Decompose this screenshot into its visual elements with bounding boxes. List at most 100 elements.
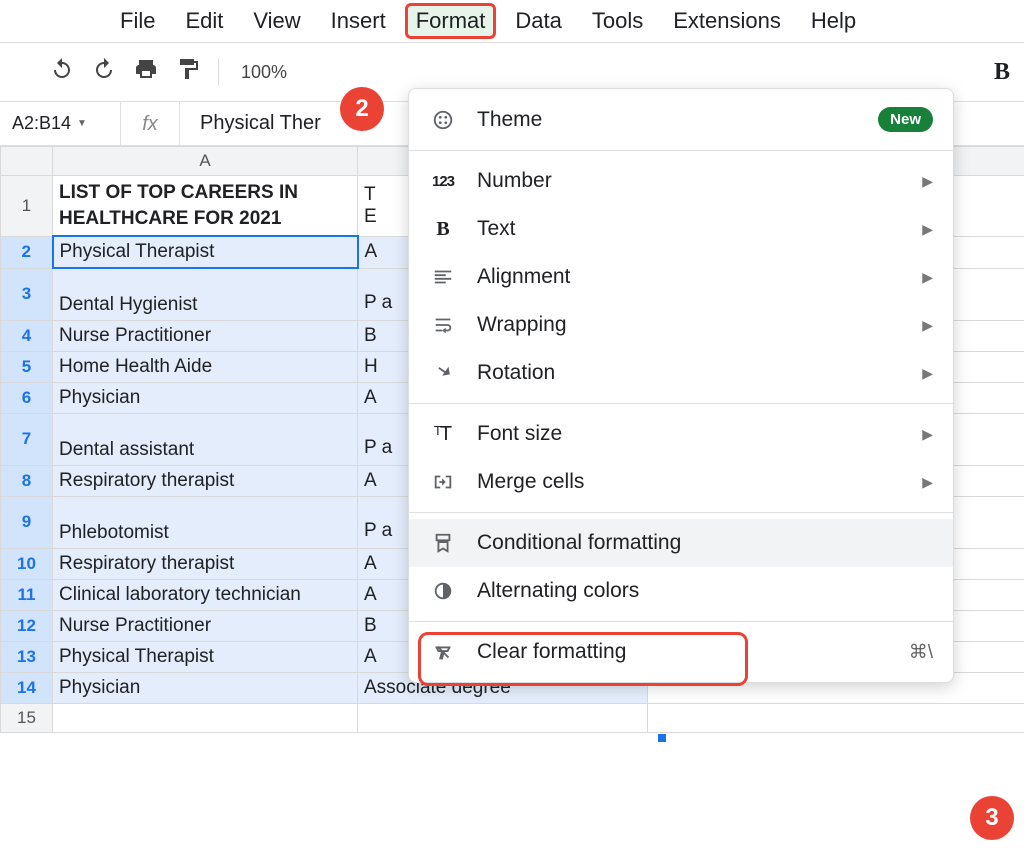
alt-icon [429,580,457,602]
new-badge: New [878,107,933,132]
row-header[interactable]: 10 [1,548,53,579]
separator [218,58,219,86]
cell[interactable]: LIST OF TOP CAREERS IN HEALTHCARE FOR 20… [53,176,358,237]
row-header[interactable]: 14 [1,672,53,703]
cell[interactable]: Clinical laboratory technician [53,579,358,610]
menu-item-label: Merge cells [477,470,902,494]
menu-item-merge-cells[interactable]: Merge cells ▶ [409,458,953,506]
menu-edit[interactable]: Edit [185,8,223,34]
menu-data[interactable]: Data [515,8,561,34]
cell[interactable]: Phlebotomist [53,496,358,548]
menu-item-label: Conditional formatting [477,531,933,555]
submenu-arrow-icon: ▶ [922,426,933,443]
row-header[interactable]: 15 [1,703,53,732]
submenu-arrow-icon: ▶ [922,317,933,334]
fx-label: fx [120,102,180,145]
menu-item-label: Font size [477,422,902,446]
menu-item-label: Text [477,217,902,241]
col-header-a[interactable]: A [53,147,358,176]
cell[interactable]: Dental assistant [53,413,358,465]
cell[interactable] [648,703,1024,732]
bold-icon: B [429,218,457,241]
cell[interactable] [53,703,358,732]
menu-item-label: Alternating colors [477,579,933,603]
row-header[interactable]: 6 [1,382,53,413]
align-icon [429,266,457,288]
format-menu-dropdown: Theme New 123 Number ▶ B Text ▶ Alignmen… [408,88,954,683]
fsize-icon: TT [429,423,457,446]
cell[interactable]: Nurse Practitioner [53,320,358,351]
cell[interactable]: Respiratory therapist [53,548,358,579]
row-header[interactable]: 2 [1,236,53,268]
menu-item-label: Wrapping [477,313,902,337]
menu-item-label: Number [477,169,902,193]
menu-item-number[interactable]: 123 Number ▶ [409,157,953,205]
menu-view[interactable]: View [253,8,300,34]
menu-item-clear-formatting[interactable]: Clear formatting ⌘\ [409,628,953,676]
cell[interactable]: Physician [53,672,358,703]
menu-item-text[interactable]: B Text ▶ [409,205,953,253]
cell[interactable]: Physical Therapist [53,236,358,268]
submenu-arrow-icon: ▶ [922,173,933,190]
print-icon[interactable] [134,57,158,87]
submenu-arrow-icon: ▶ [922,365,933,382]
menu-help[interactable]: Help [811,8,856,34]
submenu-arrow-icon: ▶ [922,221,933,238]
row-header[interactable]: 13 [1,641,53,672]
menu-item-label: Clear formatting [477,640,889,664]
menu-item-alignment[interactable]: Alignment ▶ [409,253,953,301]
menu-format[interactable]: Format [405,3,497,39]
cell[interactable]: Physician [53,382,358,413]
merge-icon [429,471,457,493]
theme-icon [429,109,457,131]
menubar: File Edit View Insert Format Data Tools Extensi… [0,0,1024,42]
redo-icon[interactable] [92,57,116,87]
row-header[interactable]: 9 [1,496,53,548]
123-icon: 123 [429,173,457,190]
row-header[interactable]: 8 [1,465,53,496]
cell[interactable]: Nurse Practitioner [53,610,358,641]
menu-item-label: Rotation [477,361,902,385]
submenu-arrow-icon: ▶ [922,474,933,491]
row-header[interactable]: 12 [1,610,53,641]
menu-item-font-size[interactable]: TT Font size ▶ [409,410,953,458]
chevron-down-icon: ▼ [77,118,87,129]
menu-item-wrapping[interactable]: Wrapping ▶ [409,301,953,349]
undo-icon[interactable] [50,57,74,87]
name-box[interactable]: A2:B14 ▼ [0,113,120,134]
cell[interactable]: Dental Hygienist [53,268,358,320]
menu-item-theme[interactable]: Theme New [409,95,953,144]
paint-format-icon[interactable] [176,57,200,87]
menu-item-label: Alignment [477,265,902,289]
wrap-icon [429,314,457,336]
submenu-arrow-icon: ▶ [922,269,933,286]
cf-icon [429,532,457,554]
cell[interactable]: Physical Therapist [53,641,358,672]
step-badge-3: 3 [970,796,1014,840]
clear-icon [429,641,457,663]
selection-handle[interactable] [658,734,666,742]
menu-item-rotation[interactable]: Rotation ▶ [409,349,953,397]
row-header[interactable]: 3 [1,268,53,320]
menu-item-alternating-colors[interactable]: Alternating colors [409,567,953,615]
step-badge-2: 2 [340,87,384,131]
name-box-value: A2:B14 [12,113,71,134]
row-header[interactable]: 5 [1,351,53,382]
menu-item-conditional-formatting[interactable]: Conditional formatting [409,519,953,567]
shortcut: ⌘\ [909,641,933,664]
menu-extensions[interactable]: Extensions [673,8,781,34]
row-header[interactable]: 1 [1,176,53,237]
row-header[interactable]: 4 [1,320,53,351]
bold-button[interactable]: B [994,59,1010,86]
zoom-level[interactable]: 100% [241,62,287,83]
corner-cell[interactable] [1,147,53,176]
cell[interactable] [358,703,648,732]
row-header[interactable]: 11 [1,579,53,610]
formula-value[interactable]: Physical Ther [180,112,321,135]
row-header[interactable]: 7 [1,413,53,465]
menu-tools[interactable]: Tools [592,8,643,34]
cell[interactable]: Home Health Aide [53,351,358,382]
menu-file[interactable]: File [120,8,155,34]
cell[interactable]: Respiratory therapist [53,465,358,496]
menu-insert[interactable]: Insert [331,8,386,34]
